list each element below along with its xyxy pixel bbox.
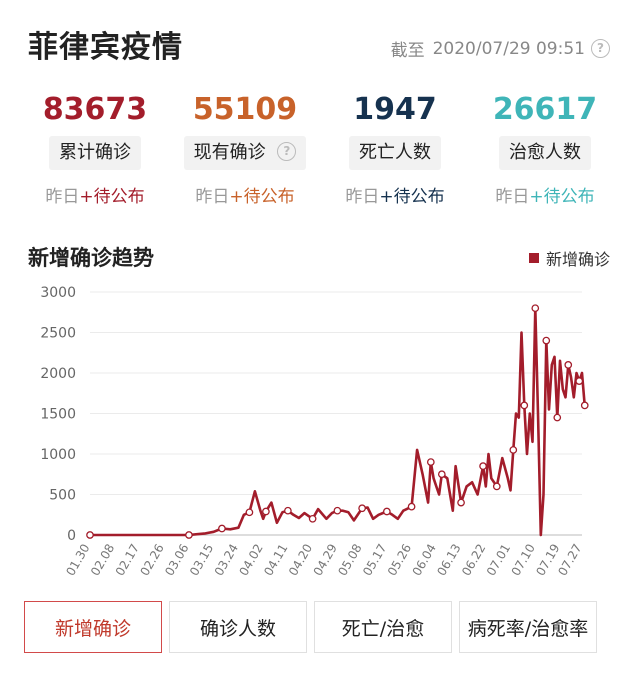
stat-label: 治愈人数 — [499, 136, 591, 170]
tab-new-confirmed[interactable]: 新增确诊 — [24, 601, 162, 653]
data-point — [426, 458, 435, 466]
page-title: 菲律宾疫情 — [28, 30, 183, 65]
stat-label: 现有确诊 ? — [183, 136, 307, 170]
x-tick-label: 03.24 — [212, 542, 241, 579]
stat-label: 死亡人数 — [349, 136, 441, 170]
data-point — [333, 506, 342, 515]
y-tick-label: 3000 — [40, 285, 76, 301]
data-point — [479, 462, 487, 470]
x-tick-label: 06.13 — [434, 542, 463, 579]
x-tick-label: 03.06 — [162, 542, 191, 579]
stat-label: 累计确诊 — [49, 136, 141, 170]
x-tick-label: 04.11 — [261, 542, 290, 579]
data-point — [407, 502, 416, 511]
x-tick-label: 02.08 — [88, 542, 117, 579]
legend-label: 新增确诊 — [545, 250, 610, 269]
data-point — [86, 531, 94, 539]
as-of-label: 截至 — [390, 41, 425, 61]
help-icon[interactable]: ? — [277, 142, 297, 161]
data-point — [308, 514, 317, 523]
as-of-timestamp: 截至 2020/07/29 09:51 ? — [391, 36, 610, 61]
x-tick-label: 06.22 — [459, 542, 488, 579]
as-of-time: 2020/07/29 09:51 — [432, 38, 585, 59]
data-point — [284, 506, 292, 515]
x-tick-label: 01.30 — [63, 542, 92, 579]
data-point — [218, 524, 226, 533]
trend-chart: 05001000150020002500300001.3002.0802.170… — [40, 285, 589, 579]
x-tick-label: 04.02 — [236, 542, 265, 579]
x-tick-label: 05.26 — [385, 542, 414, 579]
chart-legend[interactable]: 新增确诊 — [528, 246, 610, 270]
help-icon[interactable]: ? — [591, 39, 610, 58]
x-tick-label: 07.10 — [509, 542, 538, 579]
x-tick-label: 04.20 — [286, 542, 315, 579]
tab-fatality-recovery-rate[interactable]: 病死率/治愈率 — [459, 601, 597, 653]
stat-value: 55109 — [192, 92, 298, 127]
trend-title: 新增确诊趋势 — [28, 246, 154, 270]
stat-value: 1947 — [353, 92, 437, 127]
stat-delta: 昨日+待公布 — [195, 187, 295, 207]
stat-delta: 昨日+待公布 — [495, 187, 595, 207]
data-point — [531, 304, 540, 313]
stat-delta: 昨日+待公布 — [345, 187, 445, 207]
data-point — [553, 413, 562, 422]
data-point — [245, 508, 254, 517]
data-point — [358, 504, 366, 513]
data-point — [382, 507, 391, 516]
stat-value: 83673 — [42, 92, 148, 127]
stat-value: 26617 — [492, 92, 598, 127]
x-tick-label: 02.17 — [113, 542, 142, 579]
y-tick-label: 1500 — [40, 407, 76, 423]
data-point — [185, 531, 193, 539]
data-point — [564, 361, 573, 369]
x-tick-label: 03.15 — [187, 542, 216, 579]
data-point — [262, 507, 270, 516]
y-tick-label: 0 — [67, 528, 76, 544]
tab-confirmed-count[interactable]: 确诊人数 — [169, 601, 307, 653]
stat-current-confirmed: 55109 现有确诊 ? 昨日+待公布 — [170, 90, 320, 207]
x-tick-label: 07.01 — [484, 542, 513, 579]
data-point — [437, 470, 446, 479]
chart-tabs: 新增确诊 确诊人数 死亡/治愈 病死率/治愈率 — [24, 601, 604, 653]
series-line — [90, 306, 586, 537]
data-point — [580, 401, 589, 410]
y-tick-label: 1000 — [40, 447, 76, 463]
x-tick-label: 04.29 — [311, 542, 340, 579]
stat-deaths: 1947 死亡人数 昨日+待公布 — [320, 90, 470, 207]
data-point — [520, 401, 529, 410]
legend-swatch — [528, 253, 539, 263]
y-tick-label: 2500 — [40, 326, 76, 342]
tab-deaths-recovered[interactable]: 死亡/治愈 — [314, 601, 452, 653]
data-point — [457, 498, 465, 507]
stat-total-confirmed: 83673 累计确诊 昨日+待公布 — [20, 90, 170, 207]
y-tick-label: 500 — [49, 488, 76, 504]
data-point — [575, 377, 584, 385]
x-tick-label: 02.26 — [138, 542, 167, 579]
data-point — [542, 336, 551, 345]
summary-stats: 83673 累计确诊 昨日+待公布 55109 现有确诊 ? 昨日+待公布 19… — [20, 90, 620, 207]
y-tick-label: 2000 — [40, 366, 76, 382]
stat-delta: 昨日+待公布 — [45, 187, 145, 207]
stat-recovered: 26617 治愈人数 昨日+待公布 — [470, 90, 620, 207]
x-tick-label: 05.17 — [360, 542, 389, 579]
x-tick-label: 06.04 — [410, 542, 439, 579]
data-point — [492, 482, 501, 491]
x-tick-label: 05.08 — [335, 542, 364, 579]
data-point — [509, 446, 518, 454]
